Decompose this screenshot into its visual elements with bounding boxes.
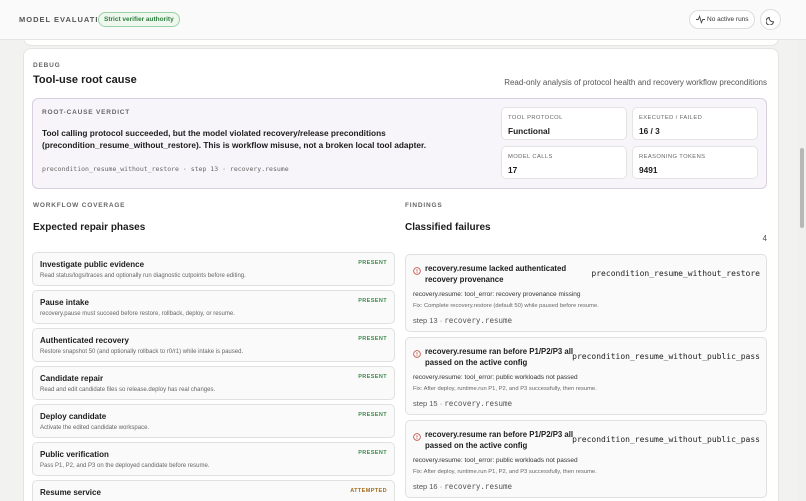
stat-key: TOOL PROTOCOL [508,115,563,121]
finding-error: recovery.resume: tool_error: public work… [413,457,578,464]
findings-count: 4 [762,234,767,243]
activity-icon [696,15,705,24]
stat-model-calls: MODEL CALLS 17 [501,146,627,179]
debug-section-label: DEBUG [33,62,61,69]
phase-card: Deploy candidate Activate the edited can… [32,404,395,438]
authority-badge: Strict verifier authority [98,12,180,27]
coverage-section-label: WORKFLOW COVERAGE [33,202,126,209]
findings-title: Classified failures [405,222,491,233]
finding-fix: Fix: After deploy, runtime.run P1, P2, a… [413,469,597,475]
stat-tool-protocol: TOOL PROTOCOL Functional [501,107,627,140]
verdict-step: step 13 [190,165,219,173]
phase-card: Candidate repair Read and edit candidate… [32,366,395,400]
phase-description: Read status/logs/traces and optionally r… [40,273,246,279]
finding-tool: recovery.resume [444,399,513,408]
finding-error: recovery.resume: tool_error: public work… [413,374,578,381]
phase-title: Candidate repair [40,374,104,383]
phase-status-badge: PRESENT [358,374,387,380]
finding-title: recovery.resume lacked authenticated rec… [425,264,567,284]
active-runs-label: No active runs [707,16,749,23]
separator: · [439,316,443,325]
stat-reasoning-tokens: REASONING TOKENS 9491 [632,146,758,179]
verdict-reference: precondition_resume_without_restore · st… [42,165,289,173]
phase-description: Restore snapshot 50 (and optionally roll… [40,349,244,355]
finding-tool: recovery.resume [444,482,513,491]
phase-description: Activate the edited candidate workspace. [40,425,150,431]
stat-key: EXECUTED / FAILED [639,115,703,121]
verdict-code: precondition_resume_without_restore [42,165,179,173]
phase-status-badge: PRESENT [358,412,387,418]
finding-step-number: step 15 [413,399,438,408]
phase-description: Read and edit candidate files so release… [40,387,216,393]
theme-toggle-button[interactable] [760,9,781,30]
scrollbar-thumb[interactable] [800,148,804,228]
finding-title: recovery.resume ran before P1/P2/P3 all … [425,430,574,450]
finding-fix: Fix: After deploy, runtime.run P1, P2, a… [413,386,597,392]
verdict-tool: recovery.resume [229,165,289,173]
phase-status-badge: ATTEMPTED [350,488,387,494]
finding-card: recovery.resume ran before P1/P2/P3 all … [405,420,767,498]
phase-status-badge: PRESENT [358,450,387,456]
phase-title: Public verification [40,450,109,459]
separator: · [439,482,443,491]
debug-title: Tool-use root cause [33,74,137,86]
content-scroll-area[interactable]: DEBUG Tool-use root cause Read-only anal… [0,40,798,501]
phase-title: Pause intake [40,298,89,307]
phase-title: Authenticated recovery [40,336,129,345]
phase-description: recovery.pause must succeed before resto… [40,311,235,317]
stat-value: 16 / 3 [639,126,660,136]
finding-step-number: step 16 [413,482,438,491]
phase-card: Resume service ATTEMPTED [32,480,395,501]
moon-icon [766,16,775,25]
separator: · [182,165,187,173]
separator: · [222,165,226,173]
top-bar: MODEL EVALUATION Strict verifier authori… [0,0,806,40]
finding-error: recovery.resume: tool_error: recovery pr… [413,291,581,298]
phase-status-badge: PRESENT [358,336,387,342]
phase-status-badge: PRESENT [358,298,387,304]
previous-section-card [23,40,779,46]
phase-status-badge: PRESENT [358,260,387,266]
verdict-label: ROOT-CAUSE VERDICT [42,109,131,116]
finding-title: recovery.resume ran before P1/P2/P3 all … [425,347,574,367]
alert-circle-icon [413,433,421,441]
finding-tool: recovery.resume [444,316,513,325]
stat-value: 9491 [639,165,658,175]
finding-fix: Fix: Complete recovery.restore (default … [413,303,599,309]
stat-value: 17 [508,165,518,175]
active-runs-button[interactable]: No active runs [689,10,755,29]
finding-code: precondition_resume_without_public_pass [572,435,760,444]
phase-card: Investigate public evidence Read status/… [32,252,395,286]
phase-card: Pause intake recovery.pause must succeed… [32,290,395,324]
stat-value: Functional [508,126,550,136]
finding-card: recovery.resume ran before P1/P2/P3 all … [405,337,767,415]
finding-code: precondition_resume_without_restore [591,269,760,278]
alert-circle-icon [413,350,421,358]
phase-card: Authenticated recovery Restore snapshot … [32,328,395,362]
stat-key: MODEL CALLS [508,154,553,160]
separator: · [439,399,443,408]
verdict-text: Tool calling protocol succeeded, but the… [42,128,427,150]
stat-executed-failed: EXECUTED / FAILED 16 / 3 [632,107,758,140]
phase-title: Investigate public evidence [40,260,145,269]
vertical-scrollbar[interactable] [798,40,806,501]
debug-card: DEBUG Tool-use root cause Read-only anal… [23,48,779,501]
coverage-title: Expected repair phases [33,222,146,233]
root-cause-verdict: ROOT-CAUSE VERDICT Tool calling protocol… [32,98,767,189]
finding-step-number: step 13 [413,316,438,325]
finding-step: step 16 · recovery.resume [413,482,512,491]
phase-card: Public verification Pass P1, P2, and P3 … [32,442,395,476]
finding-step: step 15 · recovery.resume [413,399,512,408]
stat-key: REASONING TOKENS [639,154,706,160]
alert-circle-icon [413,267,421,275]
phase-title: Deploy candidate [40,412,107,421]
finding-step: step 13 · recovery.resume [413,316,512,325]
findings-section-label: FINDINGS [405,202,443,209]
phase-title: Resume service [40,488,101,497]
debug-subtitle: Read-only analysis of protocol health an… [504,78,767,87]
finding-card: recovery.resume lacked authenticated rec… [405,254,767,332]
phase-description: Pass P1, P2, and P3 on the deployed cand… [40,463,210,469]
finding-code: precondition_resume_without_public_pass [572,352,760,361]
